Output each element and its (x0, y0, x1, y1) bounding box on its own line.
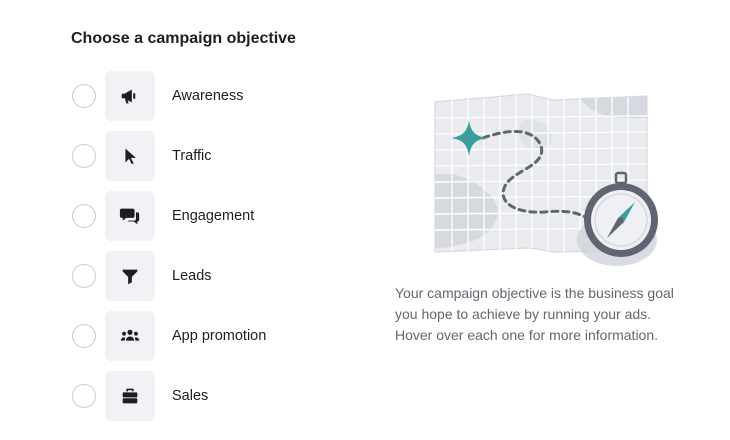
briefcase-icon (122, 388, 138, 404)
objective-label: Engagement (172, 208, 255, 224)
objective-description: Your campaign objective is the business … (395, 285, 674, 343)
objective-label: Traffic (172, 148, 212, 164)
objective-label: Leads (172, 268, 212, 284)
radio-button[interactable] (72, 384, 96, 408)
objective-icon-tile (105, 71, 155, 121)
objective-leads[interactable]: Leads (71, 251, 331, 301)
objective-icon-tile (105, 191, 155, 241)
objective-sales[interactable]: Sales (71, 371, 331, 421)
megaphone-icon (121, 89, 136, 104)
radio-button[interactable] (72, 144, 96, 168)
cursor-icon (125, 148, 136, 165)
objective-awareness[interactable]: Awareness (71, 71, 331, 121)
radio-button[interactable] (72, 204, 96, 228)
objective-icon-tile (105, 131, 155, 181)
radio-button[interactable] (72, 324, 96, 348)
page-title: Choose a campaign objective (71, 30, 296, 47)
map-compass-illustration (434, 93, 658, 266)
objective-icon-tile (105, 311, 155, 361)
objective-engagement[interactable]: Engagement (71, 191, 331, 241)
people-icon (120, 329, 140, 341)
objective-traffic[interactable]: Traffic (71, 131, 331, 181)
objective-label: Awareness (172, 88, 244, 104)
radio-button[interactable] (72, 84, 96, 108)
objective-label: Sales (172, 388, 209, 404)
funnel-icon (122, 269, 138, 285)
objective-label: App promotion (172, 328, 267, 344)
radio-button[interactable] (72, 264, 96, 288)
chat-bubbles-icon (119, 208, 140, 225)
objective-app-promotion[interactable]: App promotion (71, 311, 331, 361)
objective-icon-tile (105, 251, 155, 301)
objective-icon-tile (105, 371, 155, 421)
